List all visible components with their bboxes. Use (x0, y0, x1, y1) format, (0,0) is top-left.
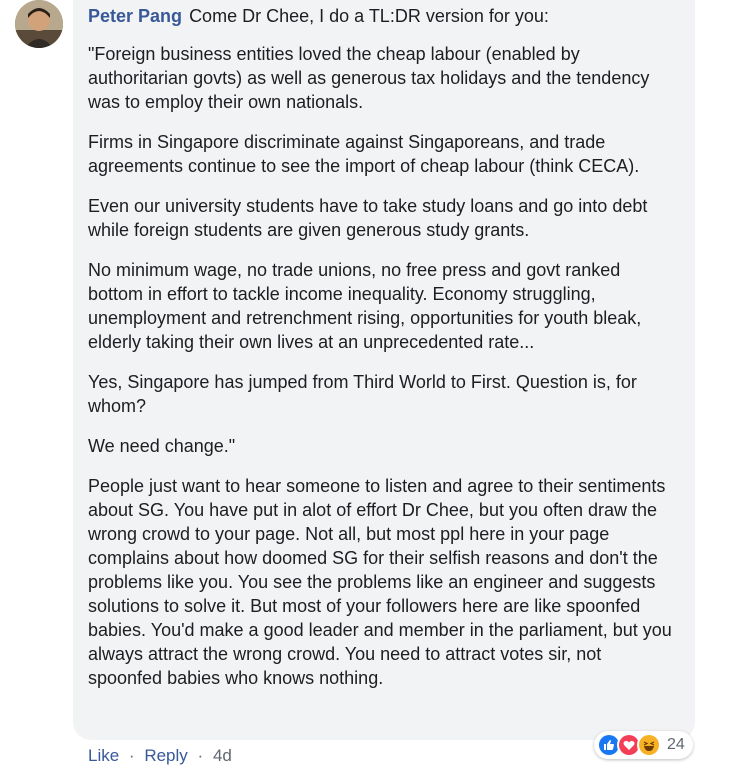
comment-paragraph: Firms in Singapore discriminate against … (88, 132, 640, 176)
avatar[interactable] (15, 0, 63, 48)
comment-paragraph: People just want to hear someone to list… (88, 476, 672, 688)
reaction-count: 24 (667, 736, 685, 753)
like-link[interactable]: Like (88, 746, 119, 765)
comment-paragraph: Even our university students have to tak… (88, 196, 648, 240)
author-name[interactable]: Peter Pang (88, 6, 182, 26)
comment-actions: Like · Reply · 4d (88, 746, 232, 766)
reply-link[interactable]: Reply (144, 746, 187, 765)
comment-first-line: Come Dr Chee, I do a TL:DR version for y… (189, 6, 549, 26)
separator: · (128, 746, 135, 765)
reactions-summary[interactable]: 24 (594, 731, 693, 759)
comment-paragraph: "Foreign business entities loved the che… (88, 44, 650, 112)
comment-paragraph: No minimum wage, no trade unions, no fre… (88, 260, 642, 352)
avatar-photo (15, 0, 63, 48)
comment-header: Peter Pang Come Dr Chee, I do a TL:DR ve… (88, 4, 675, 28)
comment-paragraph: Yes, Singapore has jumped from Third Wor… (88, 372, 637, 416)
haha-icon (637, 733, 661, 757)
comment-bubble: Peter Pang Come Dr Chee, I do a TL:DR ve… (73, 0, 695, 740)
timestamp[interactable]: 4d (213, 746, 232, 765)
separator: · (197, 746, 204, 765)
comment-paragraph: We need change." (88, 436, 236, 456)
